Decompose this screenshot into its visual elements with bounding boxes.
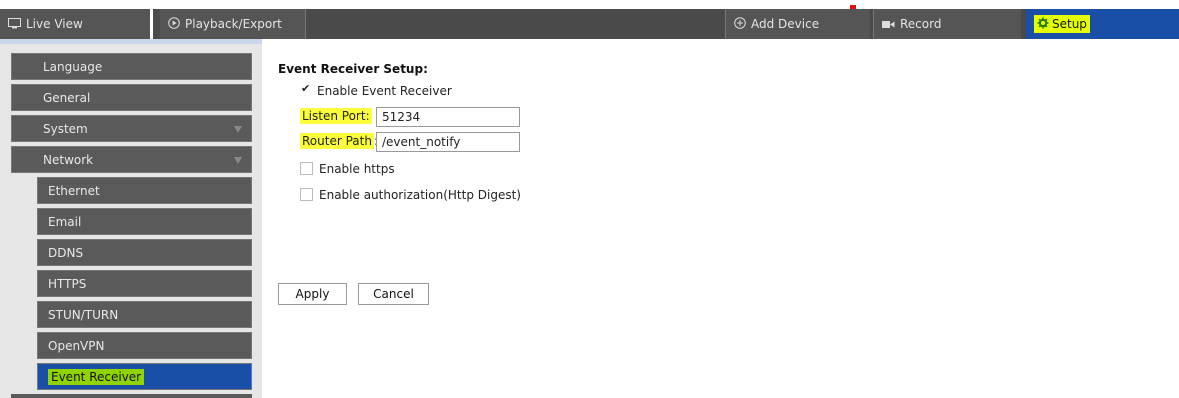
tab-setup[interactable]: Setup [1026, 9, 1179, 39]
sidebar-item-stun-turn[interactable]: STUN/TURN [37, 301, 252, 328]
tab-add-device[interactable]: Add Device [725, 9, 870, 39]
listen-port-input[interactable] [376, 107, 520, 127]
sidebar-item-label: General [43, 91, 91, 105]
enable-https-label: Enable https [319, 162, 395, 176]
listen-port-label: Listen Port: [300, 108, 372, 124]
chevron-down-icon [234, 157, 242, 164]
monitor-icon [8, 10, 21, 40]
sidebar-item-language[interactable]: Language [11, 53, 252, 80]
add-circle-icon [734, 10, 746, 40]
sidebar-item-label: Language [43, 60, 103, 74]
main-panel: Event Receiver Setup: Enable Event Recei… [262, 44, 1179, 398]
tab-add-device-label: Add Device [751, 17, 820, 31]
sidebar-item-email[interactable]: Email [37, 208, 252, 235]
enable-event-receiver-checkbox[interactable] [300, 82, 311, 96]
enable-authorization-row: Enable authorization(Http Digest) [300, 188, 521, 202]
tab-record-label: Record [900, 17, 942, 31]
sidebar-item-network[interactable]: Network [11, 146, 252, 173]
enable-event-receiver-row: Enable Event Receiver [300, 82, 452, 98]
enable-authorization-label: Enable authorization(Http Digest) [319, 188, 521, 202]
sidebar-item-https[interactable]: HTTPS [37, 270, 252, 297]
tab-playback-export[interactable]: Playback/Export [160, 9, 306, 39]
enable-https-row: Enable https [300, 162, 395, 176]
sidebar-item-event-receiver[interactable]: Event Receiver [37, 363, 252, 390]
listen-port-row: Listen Port: [300, 108, 372, 124]
router-path-input[interactable] [376, 132, 520, 152]
sidebar-item-label: Email [48, 215, 82, 229]
sidebar-item-label: OpenVPN [48, 339, 105, 353]
sidebar-item-openvpn[interactable]: OpenVPN [37, 332, 252, 359]
sidebar: Language General System Network Ethernet… [0, 44, 262, 398]
page-title: Event Receiver Setup: [278, 62, 428, 76]
tab-playback-label: Playback/Export [185, 17, 282, 31]
gear-icon [1037, 10, 1049, 40]
sidebar-item-label: HTTPS [48, 277, 87, 291]
enable-authorization-checkbox[interactable] [300, 188, 313, 201]
sidebar-item-label: STUN/TURN [48, 308, 119, 322]
tab-live-view-label: Live View [26, 17, 83, 31]
sidebar-item-label: Event Receiver [48, 369, 145, 385]
router-path-label: Router Path [300, 133, 374, 149]
video-camera-icon [882, 10, 895, 40]
tab-live-view[interactable]: Live View [0, 9, 153, 39]
top-navigation-bar: Live View Playback/Export Add Device Rec… [0, 9, 1179, 39]
play-circle-icon [168, 10, 180, 40]
tab-record[interactable]: Record [873, 9, 1021, 39]
sidebar-item-ethernet[interactable]: Ethernet [37, 177, 252, 204]
enable-event-receiver-label: Enable Event Receiver [317, 84, 452, 98]
sidebar-item-label: Ethernet [48, 184, 100, 198]
sidebar-item-label: System [43, 122, 88, 136]
sidebar-item-system[interactable]: System [11, 115, 252, 142]
apply-button[interactable]: Apply [278, 283, 347, 305]
sidebar-item-ddns[interactable]: DDNS [37, 239, 252, 266]
sidebar-item-label: Network [43, 153, 94, 167]
sidebar-item-general[interactable]: General [11, 84, 252, 111]
sidebar-item-label: DDNS [48, 246, 84, 260]
enable-https-checkbox[interactable] [300, 162, 313, 175]
sidebar-next-item [11, 394, 252, 398]
tab-setup-label: Setup [1052, 17, 1087, 31]
router-path-row: Router Path: [300, 133, 378, 149]
chevron-down-icon [234, 126, 242, 133]
cancel-button[interactable]: Cancel [358, 283, 429, 305]
